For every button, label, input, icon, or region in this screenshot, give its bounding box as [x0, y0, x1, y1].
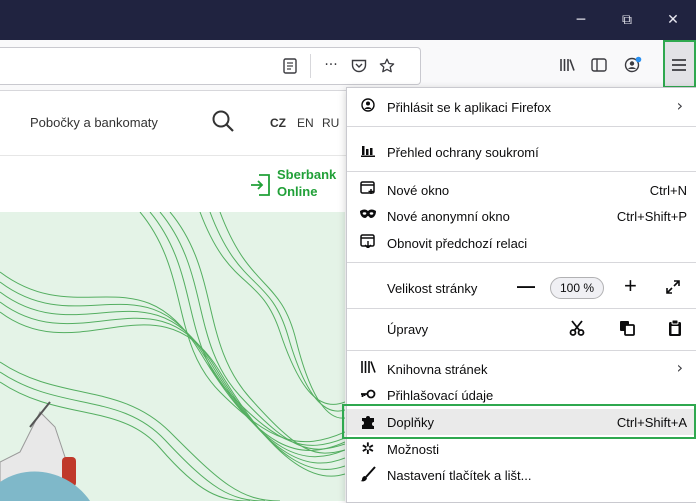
shortcut-label: Ctrl+N: [649, 183, 687, 198]
zoom-label: Velikost stránky: [387, 281, 478, 296]
new-window-icon: [359, 181, 377, 199]
firefox-app-menu: Přihlásit se k aplikaci Firefox › Přehle…: [346, 87, 696, 503]
login-arrow-icon: [250, 173, 272, 200]
navigation-toolbar: ···: [0, 40, 696, 91]
scooter-figure: [0, 401, 90, 501]
menu-item-sign-in[interactable]: Přihlásit se k aplikaci Firefox ›: [347, 94, 696, 120]
minimize-button[interactable]: ─: [558, 0, 604, 40]
private-mask-icon: [359, 207, 377, 225]
menu-item-label: Přihlašovací údaje: [387, 388, 494, 403]
lang-en-link[interactable]: EN: [297, 116, 314, 130]
chevron-right-icon: ›: [676, 96, 683, 115]
menu-button-highlight: [663, 40, 696, 88]
sberbank-online-link[interactable]: Sberbank Online: [250, 167, 350, 207]
menu-item-edit: Úpravy: [347, 313, 696, 343]
online-label-line1: Sberbank: [277, 167, 337, 182]
cut-icon[interactable]: [569, 320, 585, 339]
shortcut-label: Ctrl+Shift+P: [616, 209, 687, 224]
menu-item-label: Možnosti: [387, 442, 440, 457]
search-icon[interactable]: [211, 109, 235, 136]
menu-item-label: Nastavení tlačítek a lišt...: [387, 468, 532, 483]
url-bar[interactable]: ···: [0, 47, 421, 85]
lang-cz-link[interactable]: CZ: [270, 116, 286, 130]
key-icon: [359, 386, 377, 404]
edit-label: Úpravy: [387, 322, 429, 337]
bar-chart-icon: [359, 143, 377, 161]
library-icon[interactable]: [552, 40, 582, 90]
pocket-icon[interactable]: [346, 41, 372, 91]
hero-banner: [0, 212, 345, 501]
restore-session-icon: [359, 234, 377, 252]
green-wave-graphic: [0, 212, 345, 501]
zoom-reset-button[interactable]: 100 %: [550, 277, 604, 299]
menu-item-label: Nové okno: [387, 183, 450, 198]
restore-button[interactable]: ⧉: [604, 0, 650, 40]
menu-item-privacy[interactable]: Přehled ochrany soukromí: [347, 139, 696, 165]
copy-icon[interactable]: [619, 320, 635, 339]
zoom-in-button[interactable]: +: [624, 273, 637, 299]
online-label-line2: Online: [277, 184, 318, 199]
title-bar: ─ ⧉ ✕: [0, 0, 696, 40]
bookmark-star-icon[interactable]: [374, 41, 400, 91]
menu-item-label: Obnovit předchozí relaci: [387, 236, 528, 251]
library-icon: [359, 360, 377, 378]
paste-icon[interactable]: [668, 319, 682, 339]
menu-item-library[interactable]: Knihovna stránek ›: [347, 356, 696, 382]
zoom-out-button[interactable]: —: [517, 276, 535, 297]
menu-item-label: Nové anonymní okno: [387, 209, 510, 224]
page-actions-button[interactable]: ···: [318, 40, 344, 90]
menu-item-label: Knihovna stránek: [387, 362, 488, 377]
sidebar-icon[interactable]: [584, 40, 614, 90]
gear-icon: ✲: [361, 439, 375, 458]
reader-view-icon[interactable]: [276, 41, 304, 91]
chevron-right-icon: ›: [676, 358, 683, 377]
paintbrush-icon: [359, 466, 377, 484]
fullscreen-icon[interactable]: [665, 279, 681, 298]
menu-item-new-window[interactable]: Nové okno Ctrl+N: [347, 177, 696, 203]
addons-highlight: [342, 404, 696, 439]
menu-item-options[interactable]: ✲ Možnosti: [347, 436, 696, 462]
branches-link[interactable]: Pobočky a bankomaty: [30, 115, 158, 130]
menu-item-label: Přihlásit se k aplikaci Firefox: [387, 100, 551, 115]
lang-ru-link[interactable]: RU: [322, 116, 339, 130]
menu-item-zoom: Velikost stránky — 100 % +: [347, 272, 696, 302]
close-window-button[interactable]: ✕: [650, 0, 696, 40]
account-circle-icon: [359, 98, 377, 116]
menu-item-private-window[interactable]: Nové anonymní okno Ctrl+Shift+P: [347, 203, 696, 229]
menu-item-customize[interactable]: Nastavení tlačítek a lišt...: [347, 462, 696, 488]
account-icon[interactable]: [618, 40, 648, 90]
menu-item-label: Přehled ochrany soukromí: [387, 145, 539, 160]
menu-item-restore-session[interactable]: Obnovit předchozí relaci: [347, 230, 696, 256]
